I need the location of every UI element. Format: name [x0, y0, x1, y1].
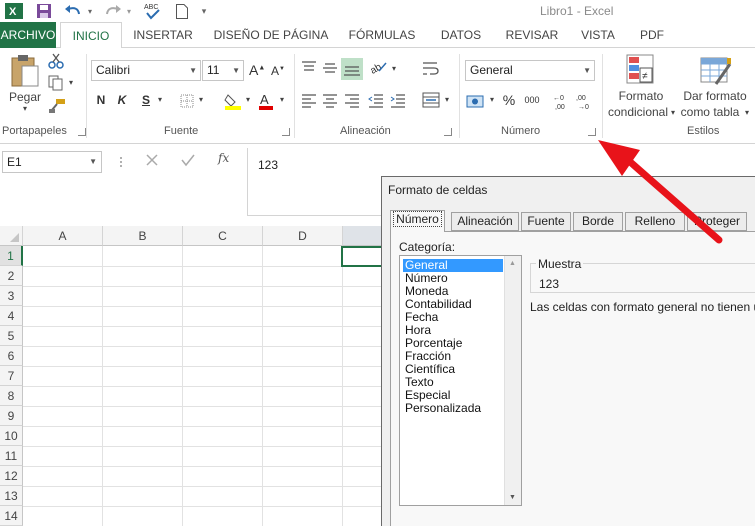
arrow-head	[598, 140, 640, 176]
arrow-shaft	[624, 156, 723, 244]
annotation-arrow	[598, 140, 723, 244]
